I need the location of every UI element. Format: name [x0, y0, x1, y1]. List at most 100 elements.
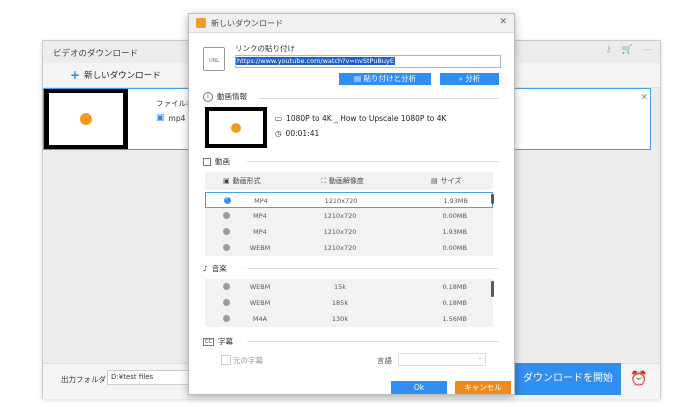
search-icon: ⌕ — [458, 74, 463, 83]
row-bitrate: 15k — [333, 283, 347, 291]
video-section-icon — [203, 157, 211, 166]
video-duration: 00:01:41 — [285, 129, 320, 138]
new-download-button[interactable]: + 新しいダウンロード — [70, 69, 161, 81]
audio-row[interactable]: WEBM 185k 0.18MB — [205, 295, 493, 311]
video-title: 1080P to 4K _ How to Upscale 1080P to 4K — [286, 114, 447, 123]
dialog-close-icon[interactable]: ✕ — [499, 17, 507, 27]
url-input[interactable]: https://www.youtube.com/watch?v=nvStPuBu… — [235, 55, 501, 68]
new-download-dialog: 新しいダウンロード ✕ URL リンクの貼り付け https://www.you… — [188, 13, 515, 395]
radio-selected-icon[interactable] — [224, 196, 231, 204]
resolution-icon: ⛶ — [321, 176, 326, 185]
duration-row: ◷ 00:01:41 — [275, 129, 319, 138]
start-download-button[interactable]: ダウンロードを開始 — [513, 363, 621, 395]
audio-section-header: ♪ 音楽 — [203, 263, 227, 274]
row-size: 0.00MB — [442, 212, 467, 220]
audio-row[interactable]: WEBM 15k 0.18MB — [205, 279, 493, 295]
url-text: https://www.youtube.com/watch?v=nvStPuBu… — [236, 57, 395, 65]
row-format: MP4 — [254, 197, 268, 205]
radio-icon[interactable] — [223, 315, 230, 322]
paste-and-analyze-label: 貼り付けと分析 — [363, 74, 416, 83]
main-titlebar-icons: ⚷ 🛒 — — [605, 45, 652, 55]
cart-icon[interactable]: 🛒 — [622, 45, 633, 55]
col-size-header: ▤ サイズ — [431, 176, 461, 186]
output-folder-label: 出力フォルダ： — [61, 375, 114, 384]
video-title-row: ▭ 1080P to 4K _ How to Upscale 1080P to … — [275, 114, 446, 123]
row-format: WEBM — [249, 299, 271, 307]
close-item-icon[interactable]: ✕ — [640, 93, 648, 103]
url-icon: URL — [203, 47, 225, 71]
alarm-clock-icon[interactable]: ⏰ — [630, 371, 647, 387]
radio-icon[interactable] — [223, 228, 230, 235]
video-file-icon: ▣ — [156, 113, 165, 123]
format-icon: ▣ — [223, 177, 230, 185]
row-bitrate: 130k — [331, 315, 349, 323]
minimize-icon[interactable]: — — [643, 45, 652, 55]
radio-icon[interactable] — [223, 283, 230, 290]
row-resolution: 1210x720 — [323, 244, 357, 252]
app-icon — [196, 18, 206, 28]
audio-scrollbar[interactable] — [491, 281, 494, 297]
output-folder-field[interactable]: D:¥test files — [107, 370, 192, 385]
row-size: 1.93MB — [442, 228, 467, 236]
language-select[interactable]: ⌄ — [398, 353, 486, 366]
radio-icon[interactable] — [223, 299, 230, 306]
video-logo-icon — [231, 123, 241, 133]
row-resolution: 1210x720 — [324, 197, 358, 205]
main-window-title: ビデオのダウンロード — [53, 49, 139, 59]
video-row[interactable]: MP4 1210x720 0.00MB — [205, 208, 493, 224]
dialog-title: 新しいダウンロード — [211, 19, 283, 28]
key-icon[interactable]: ⚷ — [605, 45, 612, 55]
original-subtitle-label: 元の字幕 — [233, 356, 263, 365]
row-bitrate: 185k — [331, 299, 349, 307]
cc-icon: CC — [203, 337, 214, 346]
row-format: WEBM — [249, 283, 271, 291]
video-section-header: 動画 — [203, 156, 230, 167]
divider — [247, 161, 499, 162]
video-row[interactable]: MP4 1210x720 1.93MB — [205, 192, 493, 208]
analyze-label: 分析 — [465, 74, 481, 83]
language-label: 言語 — [377, 356, 392, 365]
col-size-label: サイズ — [440, 177, 462, 185]
radio-icon[interactable] — [223, 244, 230, 251]
video-info-header: i 動画情報 — [203, 91, 247, 102]
row-format: WEBM — [249, 244, 271, 252]
divider — [259, 98, 499, 99]
divider — [247, 268, 499, 269]
subtitle-section-label: 字幕 — [217, 337, 233, 346]
row-format: M4A — [252, 315, 268, 323]
audio-row[interactable]: M4A 130k 1.56MB — [205, 311, 493, 327]
row-resolution: 1210x720 — [323, 228, 357, 236]
item-format-value: mp4 — [168, 113, 186, 123]
analyze-button[interactable]: ⌕ 分析 — [440, 73, 499, 85]
row-size: 0.18MB — [442, 283, 467, 291]
paste-and-analyze-button[interactable]: ▤ 貼り付けと分析 — [339, 73, 431, 85]
info-icon: i — [203, 91, 213, 102]
item-format: ▣ mp4 — [156, 113, 185, 123]
plus-icon: + — [70, 68, 81, 82]
cancel-button[interactable]: キャンセル — [455, 381, 511, 394]
dialog-titlebar: 新しいダウンロード ✕ — [189, 14, 514, 33]
audio-section-label: 音楽 — [211, 264, 227, 273]
row-size: 0.00MB — [442, 244, 467, 252]
col-format-label: 動画形式 — [232, 177, 261, 185]
video-row[interactable]: MP4 1210x720 1.93MB — [205, 224, 493, 240]
video-thumbnail — [205, 107, 267, 148]
subtitle-section-header: CC 字幕 — [203, 336, 233, 347]
new-download-label: 新しいダウンロード — [84, 71, 161, 81]
thumbnail-logo-icon — [80, 113, 92, 125]
row-size: 1.93MB — [443, 197, 468, 205]
original-subtitle-checkbox[interactable] — [221, 355, 231, 365]
video-row[interactable]: WEBM 1210x720 0.00MB — [205, 240, 493, 256]
item-thumbnail — [44, 89, 128, 149]
radio-icon[interactable] — [223, 212, 230, 219]
paste-link-label: リンクの貼り付け — [235, 44, 295, 53]
row-format: MP4 — [253, 228, 267, 236]
ok-button[interactable]: Ok — [391, 381, 447, 394]
video-scrollbar[interactable] — [491, 194, 494, 204]
chevron-down-icon: ⌄ — [476, 354, 482, 361]
col-format-header: ▣ 動画形式 — [223, 176, 261, 186]
music-note-icon: ♪ — [203, 264, 208, 273]
thumbnail-frame — [49, 93, 123, 145]
row-resolution: 1210x720 — [323, 212, 357, 220]
row-format: MP4 — [253, 212, 267, 220]
